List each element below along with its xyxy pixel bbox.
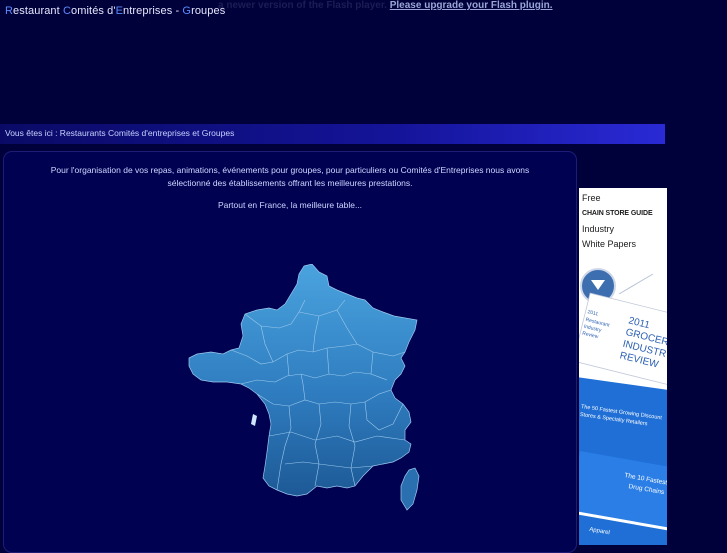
intro-text: Pour l'organisation de vos repas, animat… bbox=[4, 164, 576, 190]
title-cap-1: R bbox=[5, 5, 14, 17]
title-cap-3: E bbox=[115, 5, 124, 17]
title-part-2: omités d' bbox=[71, 5, 116, 17]
flash-notice-text: a newer version of the Flash player. bbox=[218, 0, 387, 11]
ad-line-white-papers: White Papers bbox=[582, 239, 637, 249]
title-cap-4: G bbox=[182, 5, 192, 17]
corsica[interactable] bbox=[400, 467, 420, 511]
flash-upgrade-notice: a newer version of the Flash player. Ple… bbox=[218, 0, 553, 11]
france-map[interactable] bbox=[187, 264, 420, 512]
flash-upgrade-link[interactable]: Please upgrade your Flash plugin. bbox=[390, 0, 553, 11]
breadcrumb: Vous êtes ici : Restaurants Comités d'en… bbox=[5, 128, 235, 138]
breadcrumb-bar: Vous êtes ici : Restaurants Comités d'en… bbox=[0, 124, 665, 144]
coast-detail bbox=[251, 414, 257, 426]
ad-line-free: Free bbox=[582, 193, 601, 203]
ad-banner[interactable]: Free CHAIN STORE GUIDE Industry White Pa… bbox=[579, 188, 667, 545]
intro-line-1: Pour l'organisation de vos repas, animat… bbox=[50, 165, 530, 175]
title-part-3: ntreprises - bbox=[123, 5, 183, 17]
ad-line-chain-store-guide: CHAIN STORE GUIDE bbox=[582, 210, 653, 217]
intro-line-2: sélectionné des établissements offrant l… bbox=[167, 178, 413, 188]
ad-reports-illustration: 2011 GROCERY INDUSTRY REVIEW 2011 Restau… bbox=[579, 268, 667, 545]
title-part-1: estaurant bbox=[13, 5, 63, 17]
title-cap-2: C bbox=[62, 5, 72, 17]
france-mainland[interactable] bbox=[188, 264, 418, 497]
ad-line-industry: Industry bbox=[582, 224, 615, 234]
site-title: Restaurant Comités d'Entreprises - Group… bbox=[5, 5, 225, 17]
main-panel: Pour l'organisation de vos repas, animat… bbox=[3, 151, 577, 553]
tagline: Partout en France, la meilleure table... bbox=[217, 200, 363, 210]
